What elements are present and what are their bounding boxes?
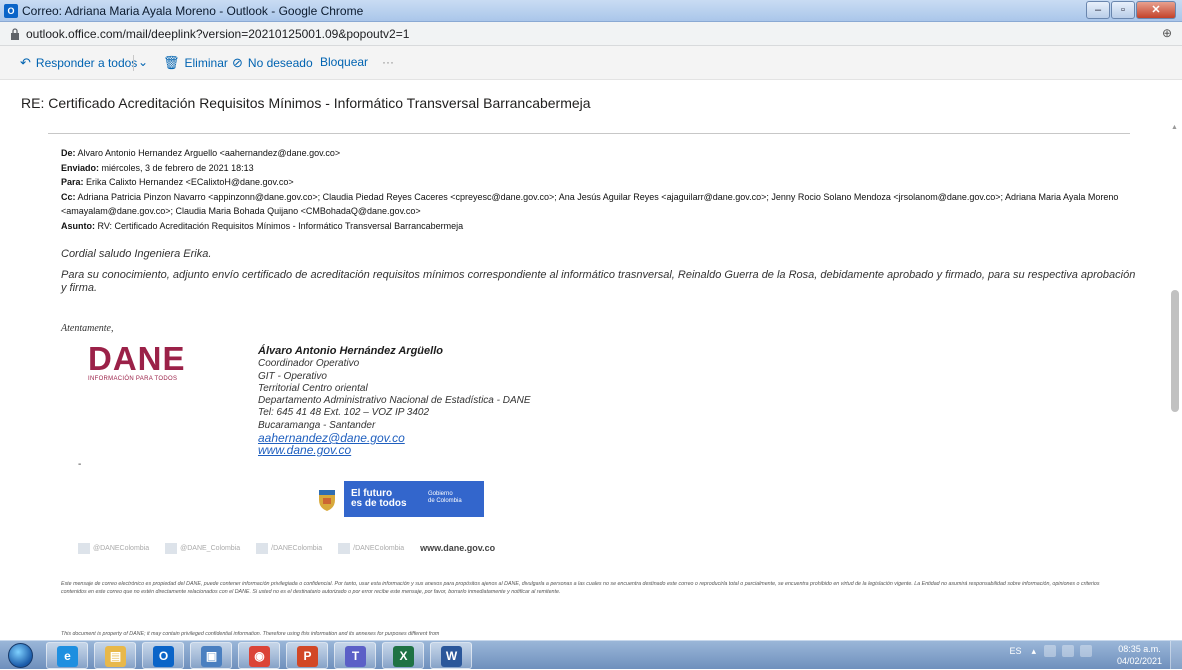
- header-from: De: Alvaro Antonio Hernandez Arguello <a…: [61, 148, 341, 158]
- social-row: @DANEColombia @DANE_Colombia /DANEColomb…: [78, 540, 495, 556]
- window-titlebar[interactable]: O Correo: Adriana Maria Ayala Moreno - O…: [0, 0, 1182, 22]
- file-explorer-icon: ▤: [105, 646, 126, 667]
- start-button[interactable]: [6, 641, 36, 670]
- junk-label: No deseado: [247, 56, 313, 70]
- scroll-thumb[interactable]: [1171, 290, 1179, 412]
- taskbar-app-file-explorer[interactable]: ▤: [94, 642, 136, 669]
- header-to: Para: Erika Calixto Hernandez <ECalixtoH…: [61, 177, 294, 188]
- facebook-icon: [256, 542, 269, 554]
- header-sent: Enviado: miércoles, 3 de febrero de 2021…: [61, 162, 254, 173]
- linkedin-icon: [78, 542, 90, 554]
- vertical-scrollbar[interactable]: ▲: [1168, 122, 1182, 640]
- signature-territory: Territorial Centro oriental: [258, 382, 368, 394]
- delete-label: Eliminar: [184, 56, 228, 70]
- gobierno-banner: El futuro es de todos Gobierno de Colomb…: [310, 481, 484, 517]
- language-indicator[interactable]: ES: [1009, 646, 1021, 656]
- scroll-up-icon[interactable]: ▲: [1171, 124, 1178, 131]
- outlook-icon: O: [153, 646, 174, 667]
- signature-web-link[interactable]: www.dane.gov.co: [258, 444, 531, 456]
- window-title: Correo: Adriana Maria Ayala Moreno - Out…: [22, 4, 364, 18]
- closing-text: Atentamente,: [61, 323, 114, 334]
- more-icon: ···: [382, 55, 394, 69]
- chrome-icon: ◉: [249, 646, 270, 667]
- greeting-text: Cordial saludo Ingeniera Erika.: [61, 248, 212, 260]
- message-pane: De: Alvaro Antonio Hernandez Arguello <a…: [0, 120, 1182, 640]
- social-youtube[interactable]: /DANEColombia: [338, 542, 404, 554]
- signature-org: Departamento Administrativo Nacional de …: [258, 395, 531, 407]
- social-site[interactable]: www.dane.gov.co: [420, 543, 495, 553]
- teams-icon: T: [345, 646, 366, 667]
- gobierno-text: Gobierno de Colombia: [428, 491, 462, 504]
- windows-taskbar: e ▤ O ▣ ◉ P T X W ES ▴ 08:35 a.m. 04/02/2021: [0, 640, 1182, 670]
- clock[interactable]: 08:35 a.m. 04/02/2021: [1117, 643, 1162, 667]
- dane-logo: DANE INFORMACIÓN PARA TODOS: [88, 340, 186, 382]
- address-bar[interactable]: outlook.office.com/mail/deeplink?version…: [0, 22, 1182, 46]
- word-icon: W: [441, 646, 462, 667]
- junk-button[interactable]: ⊘ No deseado: [232, 55, 313, 71]
- header-divider: [48, 133, 1130, 134]
- social-facebook[interactable]: /DANEColombia: [256, 542, 322, 554]
- taskbar-app-excel[interactable]: X: [382, 642, 424, 669]
- signature-phone: Tel: 645 41 48 Ext. 102 – VOZ IP 3402: [258, 407, 430, 419]
- disclaimer-es: Este mensaje de correo electrónico es pr…: [61, 581, 1100, 596]
- lock-icon: [11, 28, 19, 40]
- tray-chevron-icon[interactable]: ▴: [1031, 646, 1036, 657]
- minimize-button[interactable]: –: [1086, 1, 1110, 19]
- colombia-shield-icon: [310, 481, 344, 517]
- social-twitter[interactable]: @DANE_Colombia: [165, 542, 240, 554]
- powerpoint-icon: P: [297, 646, 318, 667]
- social-linkedin[interactable]: @DANEColombia: [78, 542, 149, 554]
- block-icon: ⊘: [232, 55, 243, 70]
- volume-icon[interactable]: [1080, 645, 1092, 657]
- forwarded-headers: De: Alvaro Antonio Hernandez Arguello <a…: [61, 146, 1141, 234]
- signature-dash: -: [78, 459, 82, 470]
- header-subject: Asunto: RV: Certificado Acreditación Req…: [61, 220, 464, 231]
- signature-group: GIT - Operativo: [258, 370, 327, 382]
- taskbar-app-word[interactable]: W: [430, 642, 472, 669]
- block-button[interactable]: Bloquear: [320, 55, 368, 69]
- signature-name: Álvaro Antonio Hernández Argüello: [258, 345, 443, 357]
- outlook-app-icon: O: [4, 4, 18, 18]
- taskbar-app-internet-explorer[interactable]: e: [46, 642, 88, 669]
- email-subject: RE: Certificado Acreditación Requisitos …: [21, 95, 591, 111]
- install-app-icon[interactable]: ⊕: [1162, 26, 1172, 40]
- chevron-down-icon: ⌄: [138, 55, 149, 69]
- reply-options-dropdown[interactable]: ⌄: [138, 55, 148, 69]
- message-toolbar: ↶ Responder a todos ⌄ 🗑 Eliminar ⊘ No de…: [0, 46, 1182, 80]
- show-desktop-button[interactable]: [1170, 641, 1182, 670]
- url-text[interactable]: outlook.office.com/mail/deeplink?version…: [26, 27, 409, 41]
- email-signature: Álvaro Antonio Hernández Argüello Coordi…: [258, 345, 531, 456]
- clock-time: 08:35 a.m.: [1118, 644, 1161, 654]
- flag-icon[interactable]: [1044, 645, 1056, 657]
- signature-role: Coordinador Operativo: [258, 358, 360, 370]
- body-paragraph: Para su conocimiento, adjunto envío cert…: [61, 269, 1136, 294]
- clock-date: 04/02/2021: [1116, 656, 1162, 666]
- taskbar-app-powerpoint[interactable]: P: [286, 642, 328, 669]
- excel-icon: X: [393, 646, 414, 667]
- taskbar-app-teams[interactable]: T: [334, 642, 376, 669]
- windows-orb-icon: [8, 643, 33, 668]
- trash-icon: 🗑: [163, 55, 180, 70]
- taskbar-app-chrome[interactable]: ◉: [238, 642, 280, 669]
- reply-all-icon: ↶: [20, 55, 31, 70]
- twitter-icon: [165, 542, 178, 554]
- maximize-button[interactable]: ▫: [1111, 1, 1135, 19]
- disclaimer-en: This document is property of DANE; it ma…: [61, 631, 440, 637]
- close-button[interactable]: ✕: [1136, 1, 1176, 19]
- taskbar-app-calendar[interactable]: ▣: [190, 642, 232, 669]
- futuro-text: El futuro es de todos: [351, 488, 407, 509]
- header-cc: Cc: Adriana Patricia Pinzon Navarro <app…: [61, 191, 1119, 217]
- block-label: Bloquear: [320, 55, 369, 69]
- network-icon[interactable]: [1062, 645, 1074, 657]
- taskbar-app-outlook[interactable]: O: [142, 642, 184, 669]
- reply-all-button[interactable]: ↶ Responder a todos: [20, 55, 137, 71]
- delete-button[interactable]: 🗑 Eliminar: [163, 55, 228, 71]
- reply-all-label: Responder a todos: [35, 56, 138, 70]
- internet-explorer-icon: e: [57, 646, 78, 667]
- toolbar-divider: [133, 55, 134, 71]
- more-actions-button[interactable]: ···: [382, 55, 394, 69]
- calendar-icon: ▣: [201, 646, 222, 667]
- window-controls: – ▫ ✕: [1085, 1, 1176, 19]
- youtube-icon: [338, 542, 351, 554]
